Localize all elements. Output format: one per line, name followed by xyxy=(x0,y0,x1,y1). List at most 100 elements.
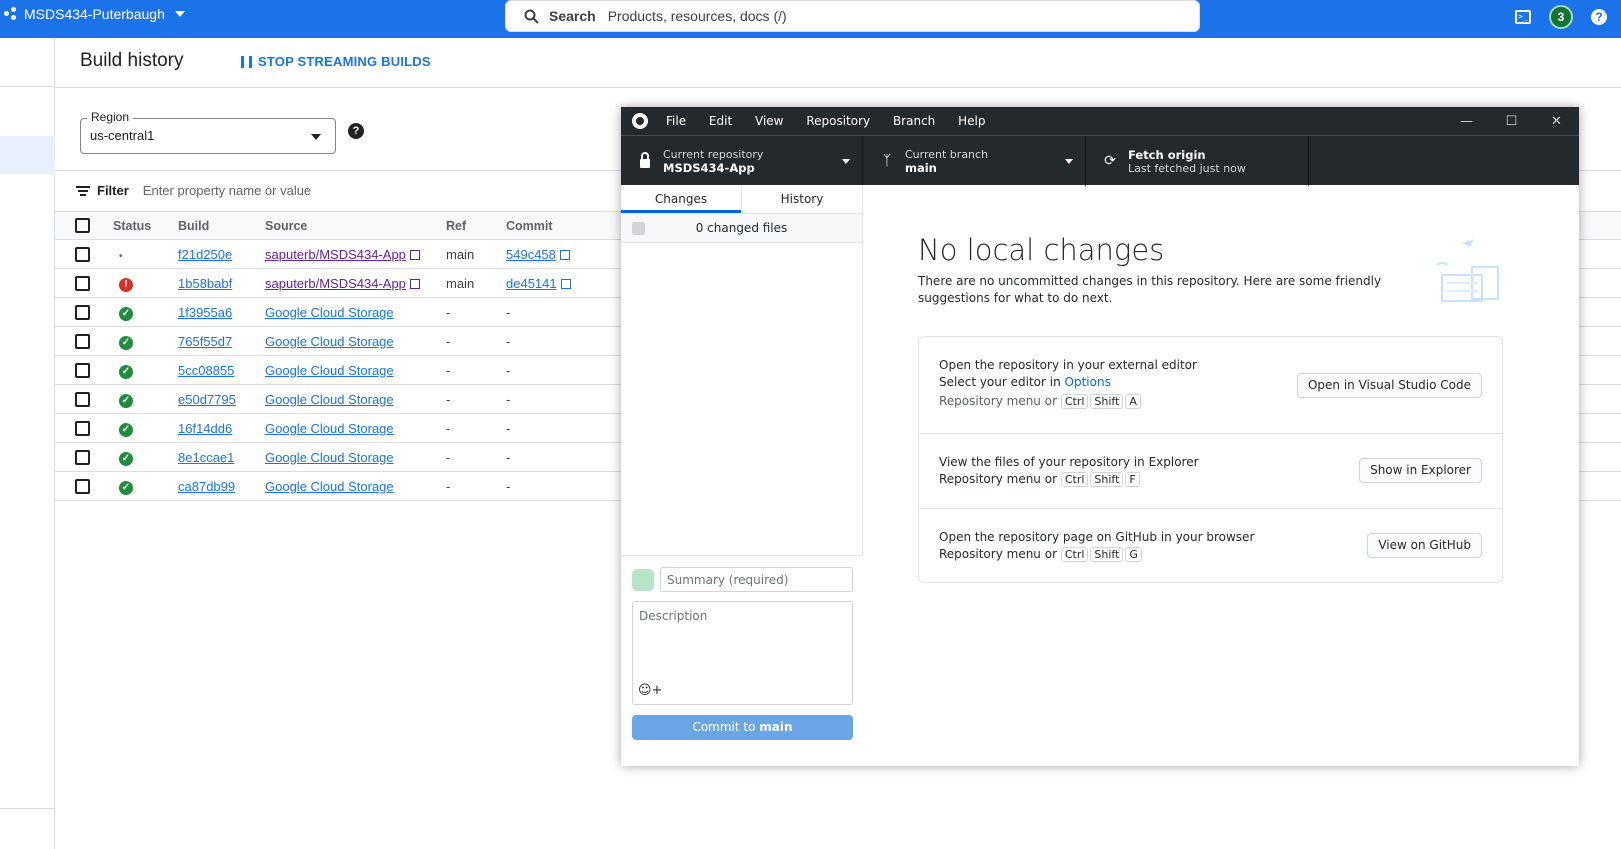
source-link[interactable]: Google Cloud Storage xyxy=(265,334,394,349)
success-icon: ✓ xyxy=(119,422,133,437)
fetch-origin-button[interactable]: ⟳ Fetch origin Last fetched just now xyxy=(1086,136,1309,186)
row-checkbox[interactable] xyxy=(75,450,90,466)
changed-files-header: 0 changed files xyxy=(621,214,862,243)
options-link[interactable]: Options xyxy=(1065,375,1111,389)
source-link[interactable]: Google Cloud Storage xyxy=(265,305,394,320)
build-id-link[interactable]: 16f14dd6 xyxy=(178,421,232,436)
close-icon[interactable]: ✕ xyxy=(1534,107,1579,135)
build-id-link[interactable]: e50d7795 xyxy=(178,392,236,407)
commit-panel: Summary (required) Description ☺+ Commit… xyxy=(621,555,863,766)
source-link[interactable]: saputerb/MSDS434-App xyxy=(265,276,406,291)
summary-input[interactable]: Summary (required) xyxy=(660,567,853,592)
row-checkbox[interactable] xyxy=(75,363,90,379)
menu-bar: File Edit View Repository Branch Help xyxy=(666,114,1004,128)
stop-streaming-button[interactable]: STOP STREAMING BUILDS xyxy=(241,54,431,69)
cloud-shell-icon[interactable]: >_ xyxy=(1515,10,1531,24)
build-id-link[interactable]: 1b58babf xyxy=(178,276,232,291)
tab-changes[interactable]: Changes xyxy=(621,185,741,213)
commit-link[interactable]: 549c458 xyxy=(506,247,556,262)
key-f: F xyxy=(1125,472,1140,487)
search-input[interactable]: Search Products, resources, docs (/) xyxy=(505,0,1200,32)
key-ctrl: Ctrl xyxy=(1060,547,1089,562)
region-select[interactable]: Region us-central1 xyxy=(80,110,336,154)
source-link[interactable]: Google Cloud Storage xyxy=(265,392,394,407)
success-icon: ✓ xyxy=(119,480,133,495)
add-coauthor-icon[interactable]: ☺+ xyxy=(638,683,662,698)
show-in-explorer-button[interactable]: Show in Explorer xyxy=(1359,458,1482,483)
empty-state-illustration xyxy=(1436,239,1499,302)
current-repository-button[interactable]: Current repository MSDS434-App xyxy=(621,136,863,186)
row-checkbox[interactable] xyxy=(75,276,90,292)
row-checkbox[interactable] xyxy=(75,479,90,495)
build-id-link[interactable]: 8e1ccae1 xyxy=(178,450,234,465)
chevron-down-icon xyxy=(842,159,850,164)
search-label: Search xyxy=(549,8,596,24)
shortcut-hint: Repository menu or xyxy=(939,547,1057,561)
suggestion-title: Open the repository in your external edi… xyxy=(939,358,1197,372)
key-shift: Shift xyxy=(1090,472,1124,487)
help-icon[interactable]: ? xyxy=(1591,9,1607,25)
notifications-badge[interactable]: 3 xyxy=(1549,5,1573,29)
external-link-icon[interactable] xyxy=(409,279,420,290)
source-link[interactable]: Google Cloud Storage xyxy=(265,450,394,465)
external-link-icon[interactable] xyxy=(559,250,570,261)
error-icon: ! xyxy=(119,277,133,292)
build-id-link[interactable]: 765f55d7 xyxy=(178,334,232,349)
menu-view[interactable]: View xyxy=(755,114,783,128)
pending-icon: • xyxy=(119,250,123,262)
success-icon: ✓ xyxy=(119,451,133,466)
build-id-link[interactable]: 5cc08855 xyxy=(178,363,234,378)
filter-bar[interactable]: Filter Enter property name or value xyxy=(76,183,311,198)
key-shift: Shift xyxy=(1090,547,1124,562)
maximize-icon[interactable]: ☐ xyxy=(1489,107,1534,135)
column-header-status: Status xyxy=(113,211,178,240)
open-in-editor-button[interactable]: Open in Visual Studio Code xyxy=(1296,373,1482,398)
title-bar: File Edit View Repository Branch Help — … xyxy=(621,107,1579,135)
external-link-icon[interactable] xyxy=(409,250,420,261)
filter-input[interactable]: Enter property name or value xyxy=(143,183,311,198)
tab-history[interactable]: History xyxy=(741,185,862,213)
key-shift: Shift xyxy=(1090,394,1124,409)
build-id-link[interactable]: 1f3955a6 xyxy=(178,305,232,320)
divider xyxy=(0,808,55,809)
menu-edit[interactable]: Edit xyxy=(709,114,732,128)
help-icon[interactable]: ? xyxy=(348,123,364,139)
row-checkbox[interactable] xyxy=(75,247,90,263)
commit-link[interactable]: de45141 xyxy=(506,276,557,291)
menu-branch[interactable]: Branch xyxy=(893,114,935,128)
source-link[interactable]: Google Cloud Storage xyxy=(265,421,394,436)
pause-icon xyxy=(241,55,252,68)
project-selector[interactable]: MSDS434-Puterbaugh xyxy=(4,6,185,22)
menu-help[interactable]: Help xyxy=(958,114,985,128)
row-checkbox[interactable] xyxy=(75,392,90,408)
fetch-sub: Last fetched just now xyxy=(1128,161,1246,175)
source-link[interactable]: saputerb/MSDS434-App xyxy=(265,247,406,262)
description-input[interactable]: Description ☺+ xyxy=(632,601,853,705)
menu-repository[interactable]: Repository xyxy=(806,114,870,128)
build-id-link[interactable]: f21d250e xyxy=(178,247,232,262)
minimize-icon[interactable]: — xyxy=(1444,107,1489,135)
row-checkbox[interactable] xyxy=(75,305,90,321)
source-link[interactable]: Google Cloud Storage xyxy=(265,479,394,494)
suggestions-card: Open the repository in your external edi… xyxy=(918,336,1503,583)
commit-cell: - xyxy=(506,333,511,349)
view-on-github-button[interactable]: View on GitHub xyxy=(1367,533,1482,558)
current-branch-button[interactable]: ᛉ Current branch main xyxy=(863,136,1086,186)
build-id-link[interactable]: ca87db99 xyxy=(178,479,235,494)
external-link-icon[interactable] xyxy=(560,279,571,290)
key-a: A xyxy=(1125,394,1141,409)
nav-item-active[interactable] xyxy=(0,136,55,174)
toolbar: Current repository MSDS434-App ᛉ Current… xyxy=(621,135,1579,186)
menu-file[interactable]: File xyxy=(666,114,686,128)
main-panel: No local changes There are no uncommitte… xyxy=(864,185,1579,766)
success-icon: ✓ xyxy=(119,393,133,408)
key-g: G xyxy=(1125,547,1142,562)
row-checkbox[interactable] xyxy=(75,421,90,437)
ref-cell: main xyxy=(446,268,506,298)
commit-button[interactable]: Commit to main xyxy=(632,715,853,740)
select-all-checkbox[interactable] xyxy=(75,218,90,234)
commit-branch: main xyxy=(759,720,793,734)
row-checkbox[interactable] xyxy=(75,334,90,350)
source-link[interactable]: Google Cloud Storage xyxy=(265,363,394,378)
select-all-checkbox[interactable] xyxy=(632,221,645,235)
